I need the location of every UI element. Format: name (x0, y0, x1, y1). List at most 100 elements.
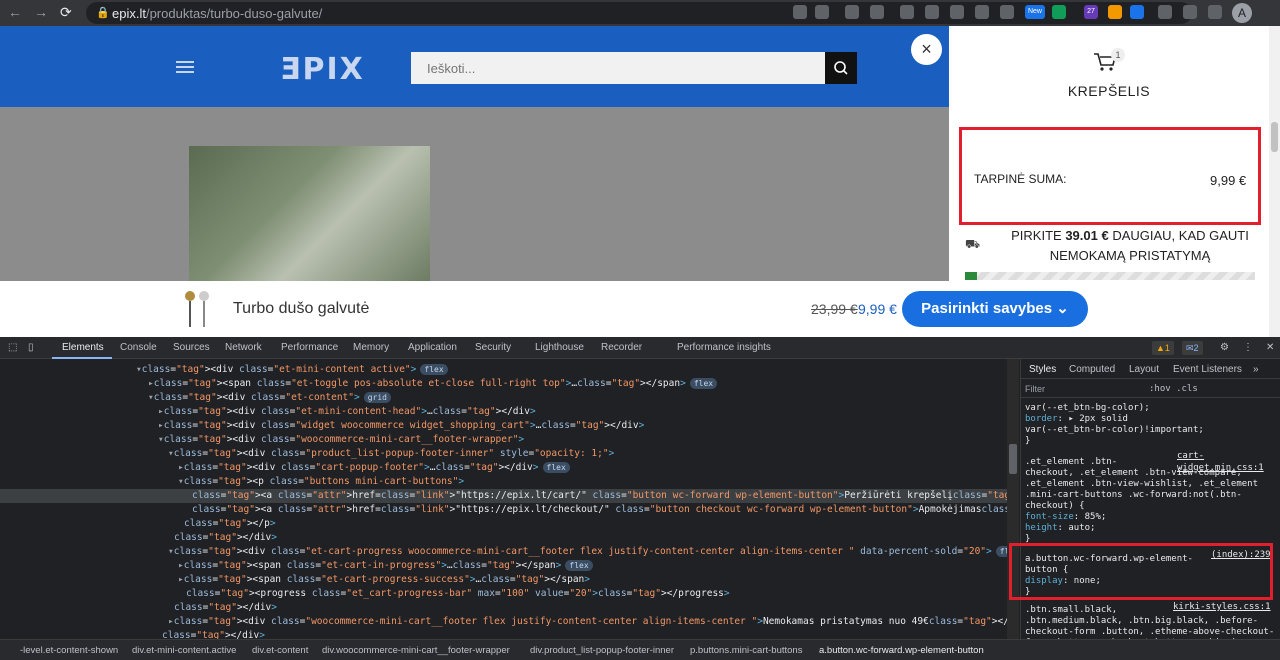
dom-node-line[interactable]: class="tag"><a class="attr">href=class="… (0, 489, 1007, 503)
key-icon[interactable] (793, 5, 807, 19)
tab-sources[interactable]: Sources (173, 342, 210, 353)
menu-icon[interactable] (176, 61, 194, 73)
dom-node-line[interactable]: ▸class="tag"><span class="et-cart-progre… (0, 573, 590, 587)
tab-application[interactable]: Application (408, 342, 457, 353)
dom-node-line[interactable]: class="tag"><a class="attr">href=class="… (0, 503, 1007, 517)
subtotal-label: TARPINĖ SUMA: (974, 172, 1067, 186)
more-tabs-icon[interactable]: » (1253, 364, 1259, 375)
info-badge[interactable]: ✉2 (1182, 341, 1203, 355)
tab-styles[interactable]: Styles (1029, 364, 1056, 375)
tab-event-listeners[interactable]: Event Listeners (1173, 364, 1242, 375)
more-icon[interactable]: ⋮ (1243, 342, 1253, 353)
breadcrumb-item[interactable]: -level.et-content-shown (20, 645, 118, 656)
dom-node-line[interactable]: ▾class="tag"><div class="woocommerce-min… (0, 433, 524, 447)
translate-icon[interactable] (815, 5, 829, 19)
dom-node-line[interactable]: ▸class="tag"><span class="et-toggle pos-… (0, 377, 718, 391)
reload-icon[interactable]: ⟳ (60, 4, 72, 21)
dom-node-line[interactable]: class="tag"></div> (0, 531, 277, 545)
breadcrumb-item[interactable]: div.product_list-popup-footer-inner (530, 645, 674, 656)
breadcrumb-item[interactable]: div.woocommerce-mini-cart__footer-wrappe… (322, 645, 510, 656)
tab-performance[interactable]: Performance (281, 342, 338, 353)
hov-cls-toggle[interactable]: :hov .cls (1149, 383, 1198, 395)
tab-elements[interactable]: Elements (62, 342, 104, 353)
tab-recorder[interactable]: Recorder (601, 342, 642, 353)
devtools-panel: ⬚ ▯ Elements Console Sources Network Perform… (0, 337, 1280, 660)
dom-node-line[interactable]: ▾class="tag"><div class="product_list-po… (0, 447, 614, 461)
avatar[interactable]: A (1232, 3, 1252, 23)
extension-icon[interactable] (975, 5, 989, 19)
extension-icon[interactable] (1108, 5, 1122, 19)
css-rule-line[interactable]: height: auto; (1025, 522, 1095, 534)
choose-options-button[interactable]: Pasirinkti savybes ⌄ (902, 291, 1088, 327)
elements-tree[interactable]: ▾class="tag"><div class="et-mini-content… (0, 359, 1007, 639)
site-logo[interactable]: ƎPIX (280, 52, 365, 87)
breadcrumb-item[interactable]: div.et-content (252, 645, 308, 656)
page-scrollbar[interactable] (1269, 26, 1280, 337)
shipping-truck-icon: ⛟ (965, 237, 981, 251)
breadcrumb-item[interactable]: a.button.wc-forward.wp-element-button (819, 645, 984, 656)
dom-node-line[interactable]: ▾class="tag"><div class="et-mini-content… (0, 363, 448, 377)
warning-badge[interactable]: ▲1 (1152, 341, 1174, 355)
close-cart-button[interactable]: × (911, 34, 942, 65)
puzzle-icon[interactable] (1183, 5, 1197, 19)
dom-node-line[interactable]: class="tag"><progress class="et_cart-pro… (0, 587, 730, 601)
dom-node-line[interactable]: ▾class="tag"><div class="et-cart-progres… (0, 545, 1007, 559)
page-overlay (0, 107, 949, 281)
styles-tabs: Styles Computed Layout Event Listeners » (1021, 359, 1280, 379)
tab-memory[interactable]: Memory (353, 342, 389, 353)
tab-security[interactable]: Security (475, 342, 511, 353)
extension-icon[interactable] (950, 5, 964, 19)
dom-node-line[interactable]: ▾class="tag"><p class="buttons mini-cart… (0, 475, 464, 489)
extension-icon[interactable] (925, 5, 939, 19)
breadcrumb-item[interactable]: p.buttons.mini-cart-buttons (690, 645, 802, 656)
scrollbar-thumb[interactable] (1271, 122, 1278, 152)
styles-filter[interactable]: Filter :hov .cls (1021, 380, 1280, 398)
bookmark-icon[interactable] (870, 5, 884, 19)
device-icon[interactable]: ▯ (28, 342, 34, 353)
filter-input[interactable]: Filter (1025, 383, 1045, 395)
grammarly-icon[interactable] (1052, 5, 1066, 19)
search-input[interactable] (411, 52, 825, 84)
dom-node-line[interactable]: class="tag"></p> (0, 517, 276, 531)
extension-icon[interactable] (1000, 5, 1014, 19)
style-source-link[interactable]: cart-widget.min.css:1 (1177, 450, 1280, 473)
sidepanel-icon[interactable] (1208, 5, 1222, 19)
tab-performance-insights[interactable]: Performance insights (677, 342, 771, 353)
close-icon[interactable]: ✕ (1266, 342, 1274, 353)
extension-icon[interactable] (1130, 5, 1144, 19)
tab-console[interactable]: Console (120, 342, 157, 353)
dom-node-line[interactable]: class="tag"></div> (0, 601, 277, 615)
css-rule-line[interactable]: var(--et_btn-br-color)!important; (1025, 424, 1204, 436)
dom-node-line[interactable]: ▾class="tag"><div class="et-content"> gri… (0, 391, 391, 405)
dom-node-line[interactable]: ▸class="tag"><div class="et-mini-content… (0, 405, 536, 419)
back-icon[interactable]: ← (8, 4, 22, 20)
style-source-link[interactable]: kirki-styles.css:1 (1173, 601, 1271, 613)
dom-node-line[interactable]: ▸class="tag"><div class="widget woocomme… (0, 419, 644, 433)
share-icon[interactable] (845, 5, 859, 19)
dom-breadcrumbs: -level.et-content-shown div.et-mini-conte… (0, 639, 1280, 660)
free-shipping-message: PIRKITE 39.01 € DAUGIAU, KAD GAUTI NEMOKA… (1011, 228, 1249, 263)
extension-27-badge[interactable]: 27 (1084, 5, 1098, 19)
extension-icon[interactable] (900, 5, 914, 19)
search-button[interactable] (825, 52, 857, 84)
breadcrumb-item[interactable]: div.et-mini-content.active (132, 645, 236, 656)
extension-icon[interactable] (1158, 5, 1172, 19)
dom-node-line[interactable]: ▸class="tag"><div class="woocommerce-min… (0, 615, 1007, 629)
dom-node-line[interactable]: ▸class="tag"><div class="cart-popup-foot… (0, 461, 570, 475)
dom-node-line[interactable]: ▸class="tag"><span class="et-cart-in-pro… (0, 559, 593, 573)
css-rule-line[interactable]: } (1025, 435, 1030, 447)
extension-new-badge[interactable]: New (1025, 5, 1045, 19)
forward-icon[interactable]: → (34, 4, 48, 20)
settings-icon[interactable]: ⚙ (1220, 342, 1229, 353)
chevron-down-icon: ⌄ (1056, 300, 1069, 317)
dom-node-line[interactable]: class="tag"></div> (0, 629, 265, 639)
tab-network[interactable]: Network (225, 342, 262, 353)
inspect-icon[interactable]: ⬚ (8, 342, 17, 353)
tab-computed[interactable]: Computed (1069, 364, 1115, 375)
css-rule-highlight (1009, 543, 1273, 600)
tab-layout[interactable]: Layout (1129, 364, 1159, 375)
sticky-product-bar: Turbo dušo galvutė 23,99 € 9,99 € Pasiri… (0, 281, 1269, 337)
sale-price: 9,99 € (858, 301, 897, 317)
scrollbar-thumb[interactable] (1009, 444, 1017, 474)
tab-lighthouse[interactable]: Lighthouse (535, 342, 584, 353)
